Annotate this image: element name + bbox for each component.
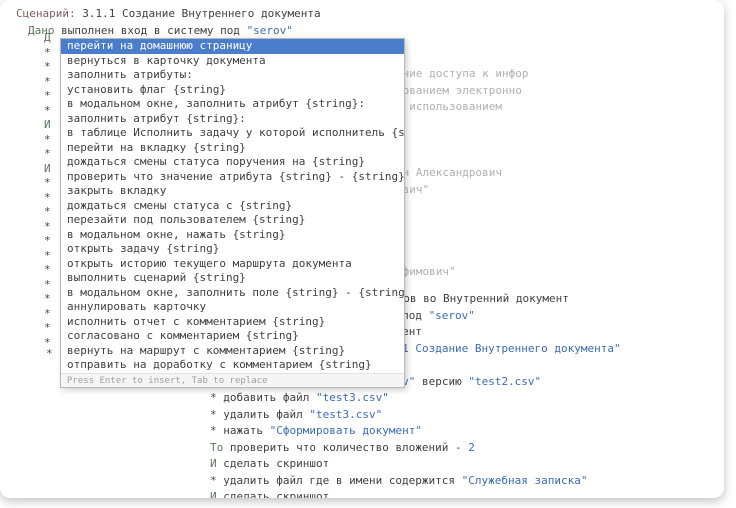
- step-text: проверить что количество вложений -: [230, 441, 462, 454]
- step-keyword: *: [44, 176, 51, 189]
- step-keyword: *: [44, 249, 51, 262]
- autocomplete-item[interactable]: открыть задачу {string}: [61, 242, 404, 257]
- autocomplete-item[interactable]: аннулировать карточку: [61, 300, 404, 315]
- step-keyword: *: [44, 292, 51, 305]
- autocomplete-item[interactable]: установить флаг {string}: [61, 83, 404, 98]
- step-keyword: *: [44, 307, 51, 320]
- bg-line: зованием электронно: [396, 83, 528, 100]
- step-text: сделать скриншот: [223, 457, 329, 470]
- given-line: Дано выполнен вход в систему под "serov": [16, 23, 724, 40]
- bg-line: ение доступа к инфор: [396, 66, 528, 83]
- bg-line: с использованием: [396, 99, 528, 116]
- step-keyword: *: [44, 234, 51, 247]
- autocomplete-item[interactable]: отправить на доработку с комментарием {s…: [61, 358, 404, 373]
- autocomplete-item[interactable]: исполнить отчет с комментарием {string}: [61, 315, 404, 330]
- autocomplete-item[interactable]: выполнить сценарий {string}: [61, 271, 404, 286]
- step-string: "test3.csv": [309, 408, 382, 421]
- step-line: * добавить файл "test3.csv": [198, 390, 648, 407]
- step-text: удалить файл: [223, 408, 302, 421]
- scenario-keyword: Сценарий:: [16, 7, 76, 20]
- autocomplete-item[interactable]: согласовано с комментарием {string}: [61, 329, 404, 344]
- step-keyword: *: [46, 347, 53, 360]
- step-keyword: Д: [44, 31, 51, 44]
- step-line: * удалить файл где в имени содержится "С…: [198, 473, 648, 490]
- autocomplete-item[interactable]: перезайти под пользователем {string}: [61, 213, 404, 228]
- autocomplete-item[interactable]: в модальном окне, заполнить атрибут {str…: [61, 97, 404, 112]
- autocomplete-item[interactable]: перейти на вкладку {string}: [61, 141, 404, 156]
- step-text: нажать: [223, 424, 263, 437]
- step-line: И сделать скриншот: [198, 456, 648, 473]
- step-keyword: *: [44, 147, 51, 160]
- step-keyword: *: [210, 424, 217, 437]
- step-line: И сделать скриншот: [198, 489, 648, 498]
- step-string: "serov": [429, 309, 475, 322]
- step-keyword: И: [44, 162, 51, 175]
- step-string: "Служебная записка": [462, 474, 588, 487]
- autocomplete-item[interactable]: заполнить атрибут {string}:: [61, 112, 404, 127]
- step-keyword: И: [210, 490, 217, 498]
- bg-line: ович": [396, 182, 528, 199]
- step-keyword: *: [44, 191, 51, 204]
- step-text: выполнен вход в систему под: [61, 24, 240, 37]
- step-keyword: *: [44, 278, 51, 291]
- step-keyword: И: [210, 457, 217, 470]
- step-keyword: *: [44, 321, 51, 334]
- obscured-step-prefixes: Д*****И**И************: [32, 30, 51, 349]
- autocomplete-hint: Press Enter to insert, Tab to replace: [61, 373, 404, 388]
- step-keyword: *: [210, 391, 217, 404]
- step-text: версию: [422, 375, 462, 388]
- step-keyword: *: [44, 89, 51, 102]
- autocomplete-popup[interactable]: перейти на домашнюю страницувернуться в …: [60, 38, 405, 388]
- step-string: "test2.csv": [468, 375, 541, 388]
- step-line: То проверить что количество вложений - 2: [198, 440, 648, 457]
- step-keyword: *: [44, 220, 51, 233]
- step-keyword: И: [44, 118, 51, 131]
- obscured-background-text: ение доступа к инфор зованием электронно…: [396, 66, 528, 281]
- step-string: "serov": [247, 24, 293, 37]
- step-keyword: *: [44, 104, 51, 117]
- step-string: "test3.csv": [316, 391, 389, 404]
- step-text: удалить файл где в имени содержится: [223, 474, 455, 487]
- bg-line: ин Александрович: [396, 165, 528, 182]
- step-line: * удалить файл "test3.csv": [198, 407, 648, 424]
- code-editor[interactable]: Сценарий: 3.1.1 Создание Внутреннего док…: [16, 6, 724, 498]
- step-keyword: *: [44, 60, 51, 73]
- autocomplete-item[interactable]: открыть историю текущего маршрута докуме…: [61, 257, 404, 272]
- autocomplete-item[interactable]: вернуть на маршрут с комментарием {strin…: [61, 344, 404, 359]
- autocomplete-item[interactable]: заполнить атрибуты:: [61, 68, 404, 83]
- step-text: сделать скриншот: [223, 490, 329, 498]
- step-keyword: *: [210, 408, 217, 421]
- step-string: "3.1.1 Создание Внутреннего документа": [369, 342, 621, 355]
- step-keyword: *: [44, 205, 51, 218]
- autocomplete-item[interactable]: перейти на домашнюю страницу: [61, 39, 404, 54]
- step-line: * нажать "Сформировать документ": [198, 423, 648, 440]
- autocomplete-item[interactable]: в таблице Исполнить задачу у которой исп…: [61, 126, 404, 141]
- autocomplete-item[interactable]: закрыть вкладку: [61, 184, 404, 199]
- autocomplete-item[interactable]: дождаться смены статуса поручения на {st…: [61, 155, 404, 170]
- step-text: добавить файл: [223, 391, 309, 404]
- autocomplete-item[interactable]: в модальном окне, заполнить поле {string…: [61, 286, 404, 301]
- step-keyword: *: [44, 75, 51, 88]
- autocomplete-item[interactable]: в модальном окне, нажать {string}: [61, 228, 404, 243]
- scenario-title: 3.1.1 Создание Внутреннего документа: [82, 7, 320, 20]
- step-number: 2: [468, 441, 475, 454]
- editor-shell: Сценарий: 3.1.1 Создание Внутреннего док…: [0, 0, 724, 498]
- step-keyword: *: [44, 46, 51, 59]
- scenario1-header: Сценарий: 3.1.1 Создание Внутреннего док…: [16, 6, 724, 23]
- step-string: "Сформировать документ": [270, 424, 422, 437]
- step-keyword: *: [44, 263, 51, 276]
- step-keyword: *: [210, 474, 217, 487]
- step-keyword: То: [210, 441, 223, 454]
- autocomplete-item[interactable]: вернуться в карточку документа: [61, 54, 404, 69]
- bg-line: Ефимович": [396, 264, 528, 281]
- autocomplete-item[interactable]: проверить что значение атрибута {string}…: [61, 170, 404, 185]
- autocomplete-item[interactable]: дождаться смены статуса с {string}: [61, 199, 404, 214]
- step-keyword: *: [44, 133, 51, 146]
